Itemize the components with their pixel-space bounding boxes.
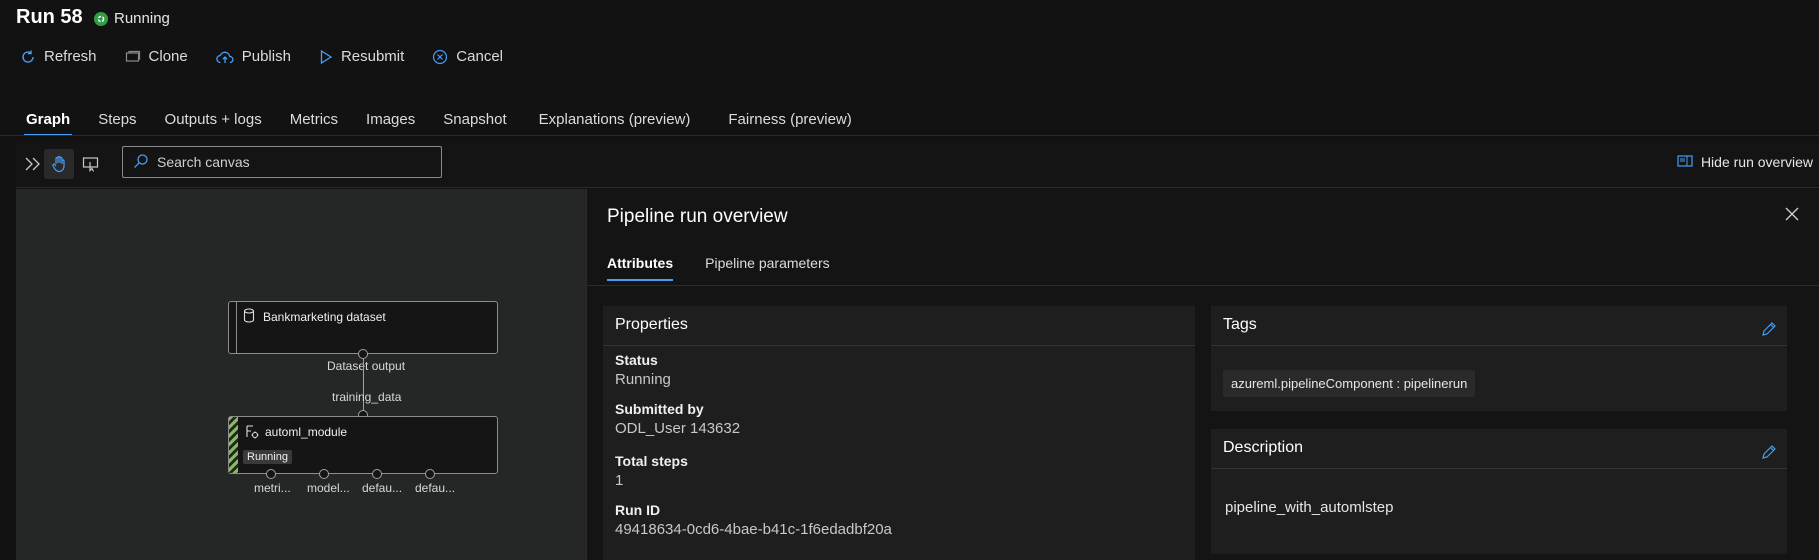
properties-card: Properties Status Running Submitted by O… [603,306,1195,560]
run-overview-panel: Pipeline run overview Attributes Pipelin… [586,189,1819,560]
tab-explanations[interactable]: Explanations (preview) [539,111,691,136]
search-canvas-input[interactable]: Search canvas [122,146,442,178]
search-placeholder: Search canvas [157,154,250,170]
tab-outputs-logs[interactable]: Outputs + logs [165,111,262,136]
run-id-property: Run ID 49418634-0cd6-4bae-b41c-1f6edadbf… [615,502,892,538]
automl-icon [244,424,259,442]
output-label-default-2: defau... [415,481,456,495]
total-steps-key: Total steps [615,453,688,469]
cancel-label: Cancel [456,48,503,65]
clone-icon [125,50,141,64]
properties-title: Properties [603,306,1195,346]
run-toolbar: Refresh Clone Publish Resubmit Cancel [20,48,503,65]
status-value: Running [615,371,671,388]
resubmit-button[interactable]: Resubmit [319,48,404,65]
canvas-toolbar: Search canvas Hide run overview [16,142,1819,188]
publish-label: Publish [241,48,291,65]
output-port-default-1[interactable] [372,469,382,479]
page-title: Run 58 [16,6,83,28]
dataset-node-label: Bankmarketing dataset [263,310,386,324]
dataset-output-label: Dataset output [327,359,406,373]
tab-images[interactable]: Images [366,111,415,136]
search-icon [133,153,149,172]
panel-tabs: Attributes Pipeline parameters [607,255,862,281]
total-steps-property: Total steps 1 [615,453,688,489]
pipeline-canvas[interactable]: Bankmarketing dataset Dataset output tra… [16,189,586,560]
description-text: pipeline_with_automlstep [1225,499,1394,516]
node-accent-bar [229,302,237,353]
tab-pipeline-parameters[interactable]: Pipeline parameters [705,255,830,281]
tags-card: Tags azureml.pipelineComponent : pipelin… [1211,306,1787,411]
run-tabs: Graph Steps Outputs + logs Metrics Image… [23,102,880,136]
panel-icon [1677,154,1693,170]
status-property: Status Running [615,352,671,388]
status-key: Status [615,352,658,368]
output-port-model[interactable] [319,469,329,479]
total-steps-value: 1 [615,472,624,489]
run-status-text: Running [114,10,170,27]
training-data-label: training_data [332,390,402,404]
node-status-chip: Running [243,450,292,464]
run-id-value: 49418634-0cd6-4bae-b41c-1f6edadbf20a [615,521,892,538]
tab-graph[interactable]: Graph [23,111,73,136]
output-label-metrics: metri... [254,481,291,495]
cancel-circle-icon [432,49,448,65]
cancel-button[interactable]: Cancel [432,48,503,65]
run-status-badge: Running [94,10,170,27]
refresh-button[interactable]: Refresh [20,48,97,65]
output-port-metrics[interactable] [266,469,276,479]
clone-label: Clone [148,48,188,65]
pan-hand-icon[interactable] [44,149,74,179]
tabs-divider [0,135,1819,136]
tab-fairness[interactable]: Fairness (preview) [728,111,851,136]
cloud-upload-icon [215,50,234,64]
select-mode-icon[interactable] [76,149,106,179]
edit-tags-pencil-icon[interactable] [1761,321,1777,340]
automl-module-label: automl_module [265,425,348,439]
description-title: Description [1211,429,1787,469]
close-icon[interactable] [1785,207,1799,224]
output-label-default-1: defau... [362,481,403,495]
publish-button[interactable]: Publish [215,48,291,65]
panel-tabs-divider [587,285,1819,286]
database-icon [243,308,255,326]
tab-attributes[interactable]: Attributes [607,255,674,281]
hide-run-overview-label: Hide run overview [1700,154,1813,170]
dataset-node[interactable]: Bankmarketing dataset [228,301,498,354]
output-port-default-2[interactable] [425,469,435,479]
edit-description-pencil-icon[interactable] [1761,444,1777,463]
submitted-by-key: Submitted by [615,401,704,417]
description-card: Description pipeline_with_automlstep [1211,429,1787,554]
dataset-output-port[interactable] [358,349,368,359]
submitted-by-property: Submitted by ODL_User 143632 [615,401,740,437]
hide-run-overview-button[interactable]: Hide run overview [1677,154,1813,170]
run-id-key: Run ID [615,502,661,518]
refresh-icon [20,49,36,65]
tag-chip: azureml.pipelineComponent : pipelinerun [1223,370,1476,397]
automl-module-node[interactable]: automl_module Running [228,416,498,474]
running-stripes [229,417,238,473]
running-status-icon [94,11,108,26]
panel-title: Pipeline run overview [607,206,788,227]
output-label-model: model... [307,481,350,495]
tab-steps[interactable]: Steps [98,111,136,136]
tab-snapshot[interactable]: Snapshot [443,111,506,136]
submitted-by-value: ODL_User 143632 [615,420,741,437]
resubmit-label: Resubmit [340,48,405,65]
clone-button[interactable]: Clone [125,48,188,65]
tags-title: Tags [1211,306,1787,346]
play-icon [319,49,333,65]
refresh-label: Refresh [44,48,97,65]
tab-metrics[interactable]: Metrics [290,111,338,136]
